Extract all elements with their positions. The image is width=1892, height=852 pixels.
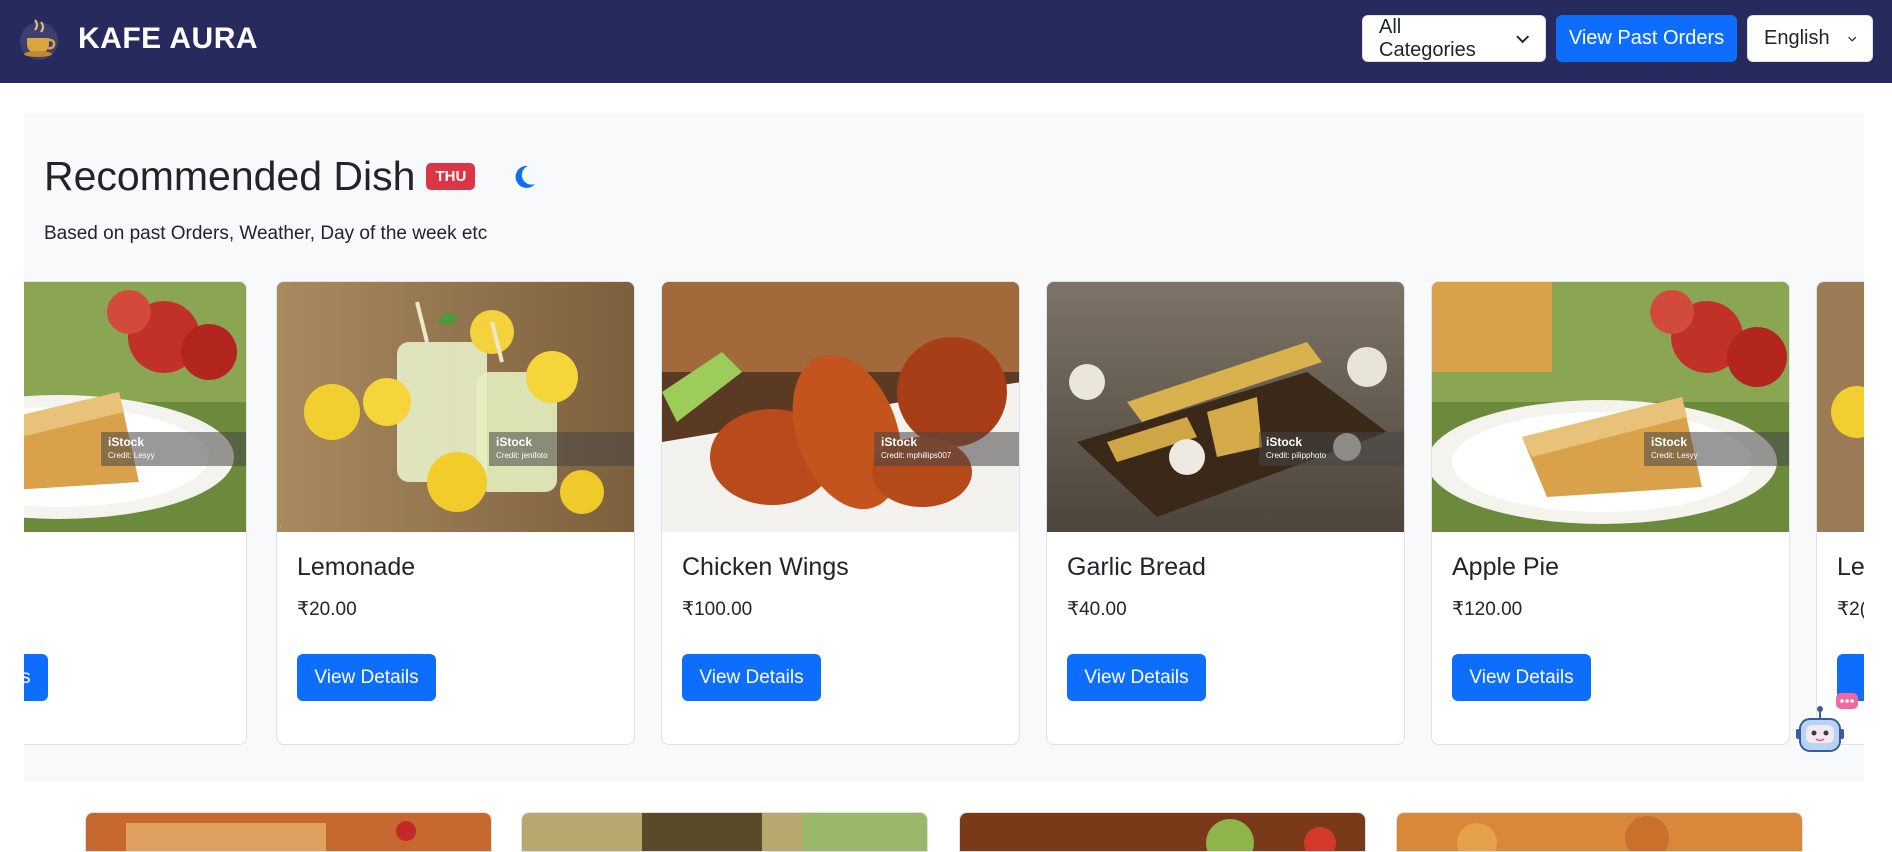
view-details-button[interactable]: View Details [682,654,821,701]
dish-name: Garlic Bread [1067,553,1206,581]
menu-card[interactable] [1396,812,1803,852]
dish-card: iStock Credit: mphillips007 Chicken Wings… [661,281,1020,745]
dish-card: iStock Credit: pilipphoto Garlic Bread ₹4… [1046,281,1405,745]
image-credit: iStock Credit: mphillips007 [874,432,1019,466]
dish-image: iStock Credit: Lesyy [1432,282,1789,532]
day-badge: THU [426,163,476,190]
chatbot-icon[interactable] [1794,693,1858,755]
dish-price: ₹100.00 [682,599,753,620]
chevron-down-icon [1515,34,1529,43]
view-details-button[interactable]: View Details [1452,654,1591,701]
dish-image [1817,282,1864,532]
brand-name: KAFE AURA [78,22,259,55]
view-details-button[interactable]: View Details [24,654,48,701]
dish-price: ₹40.00 [1067,599,1127,620]
dish-image: iStock Credit: Lesyy [24,282,246,532]
dish-price: ₹2( [1837,599,1864,620]
view-details-button[interactable]: View Details [297,654,436,701]
image-credit: iStock Credit: Lesyy [1644,432,1789,466]
dish-card: Le ₹2( V [1816,281,1864,745]
dish-image: iStock Credit: jenifoto . [277,282,634,532]
section-title: Recommended Dish [44,153,416,199]
category-select-value: All Categories [1379,15,1476,61]
dish-price: ₹20.00 [297,599,357,620]
view-past-orders-button[interactable]: View Past Orders [1556,15,1737,62]
dish-card: iStock Credit: jenifoto . Lemonade ₹20.00… [276,281,635,745]
category-select[interactable]: All Categories [1362,15,1546,62]
dish-card: iStockCredit: Lesyy View Details [24,281,247,745]
chevron-down-icon [1847,36,1856,42]
menu-card[interactable] [959,812,1366,852]
dish-image: iStock Credit: mphillips007 [662,282,1019,532]
image-credit: iStock Credit: Lesyy [101,432,246,466]
dish-image: iStock Credit: pilipphoto [1047,282,1404,532]
dish-price: ₹120.00 [1452,599,1523,620]
language-select[interactable]: English [1747,15,1873,62]
dish-name: Apple Pie [1452,553,1560,581]
recommended-section: Recommended Dish THU Based on past Order… [24,113,1864,781]
dish-name: Le [1837,553,1864,581]
dish-card: iStock Credit: Lesyy Apple Pie ₹120.00 Vi… [1431,281,1790,745]
brand[interactable]: KAFE AURA [18,14,258,64]
image-credit: iStock Credit: jenifoto [489,432,634,466]
recommended-header: Recommended Dish THU [44,153,539,200]
dish-name: Chicken Wings [682,553,849,581]
coffee-cup-logo-icon [20,19,58,60]
dish-name: Lemonade [297,553,416,581]
section-subtitle: Based on past Orders, Weather, Day of th… [44,223,488,244]
moon-icon[interactable] [509,162,539,192]
menu-card[interactable] [521,812,928,852]
image-credit: iStock Credit: pilipphoto [1259,432,1404,466]
top-navbar: KAFE AURA All Categories View Past Order… [0,0,1892,83]
menu-card[interactable] [85,812,492,852]
language-select-value: English [1764,27,1830,49]
view-details-button[interactable]: View Details [1067,654,1206,701]
